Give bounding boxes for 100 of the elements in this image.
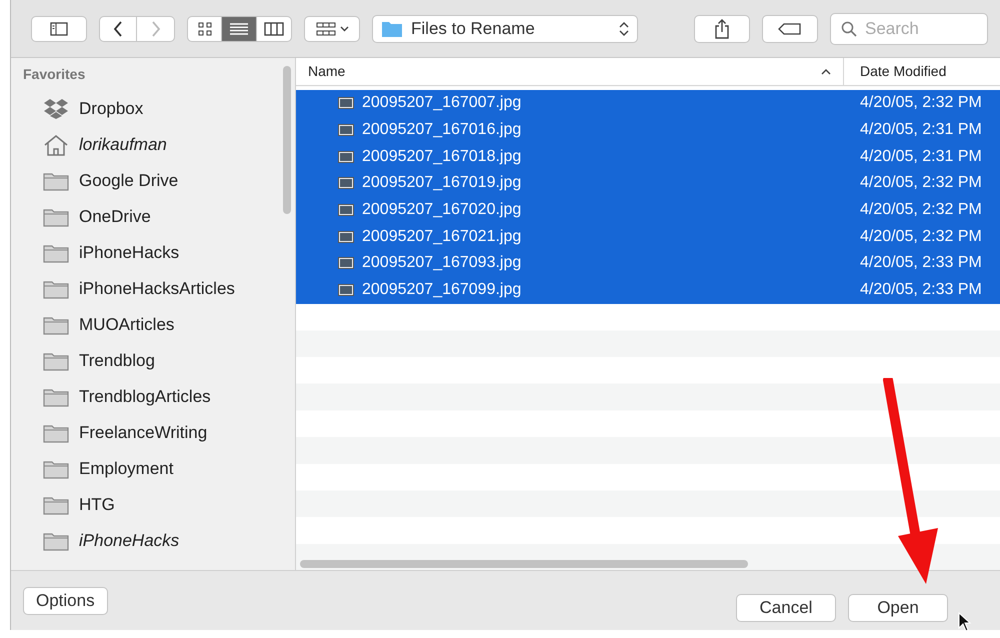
file-row[interactable]: 20095207_167019.jpg 4/20/05, 2:32 PM [296, 170, 1000, 197]
sidebar-item[interactable]: lorikaufman [23, 127, 295, 163]
file-row[interactable]: 20095207_167018.jpg 4/20/05, 2:31 PM [296, 143, 1000, 170]
image-thumbnail-icon [338, 124, 354, 136]
folder-icon [43, 495, 69, 515]
search-field[interactable]: Search [830, 12, 988, 44]
sidebar-item[interactable]: Google Drive [23, 163, 295, 199]
file-name: 20095207_167020.jpg [362, 200, 522, 220]
chevron-right-icon [150, 20, 160, 36]
folder-icon [43, 459, 69, 479]
file-name: 20095207_167021.jpg [362, 226, 522, 247]
image-thumbnail-icon [338, 150, 354, 163]
sidebar-item[interactable]: iPhoneHacks [23, 523, 295, 559]
column-header[interactable]: Date Modified [844, 58, 1000, 85]
open-button[interactable]: Open [848, 594, 948, 622]
sidebar-item[interactable]: MUOArticles [23, 307, 295, 343]
file-name: 20095207_167099.jpg [362, 280, 522, 300]
sidebar-icon [50, 22, 68, 36]
sidebar-item-label: MUOArticles [79, 314, 174, 336]
chevron-left-icon [113, 20, 123, 36]
options-button[interactable]: Options [23, 586, 108, 614]
grid-icon [198, 22, 212, 36]
image-thumbnail-icon [338, 284, 354, 296]
sidebar-item-label: FreelanceWriting [79, 422, 208, 444]
sidebar-item[interactable]: Trendblog [23, 343, 295, 379]
search-input[interactable]: Search [865, 16, 975, 42]
date-modified: 4/20/05, 2:32 PM [859, 200, 982, 220]
sidebar-item-label: TrendblogArticles [79, 386, 211, 408]
folder-icon [43, 423, 69, 443]
sidebar-item-label: Employment [79, 458, 174, 480]
cancel-button[interactable]: Cancel [736, 594, 836, 622]
date-modified: 4/20/05, 2:32 PM [859, 226, 982, 247]
sidebar-item[interactable]: Employment [23, 451, 295, 487]
folder-icon [381, 20, 403, 38]
date-modified: 4/20/05, 2:33 PM [859, 253, 982, 274]
arrange-button[interactable] [304, 16, 360, 42]
file-row[interactable]: 20095207_167016.jpg 4/20/05, 2:31 PM [296, 116, 1000, 144]
mouse-pointer-icon [958, 612, 972, 632]
date-modified: 4/20/05, 2:32 PM [859, 173, 982, 194]
columns-icon [264, 22, 284, 36]
dropbox-icon [43, 98, 69, 120]
date-modified: 4/20/05, 2:32 PM [859, 93, 982, 114]
image-thumbnail-icon [338, 97, 354, 110]
location-popup[interactable]: Files to Rename [372, 14, 638, 42]
sidebar-item-label: Dropbox [79, 98, 144, 120]
tag-icon [778, 22, 802, 34]
sidebar-item[interactable]: Dropbox [23, 91, 295, 127]
view-mode-button[interactable] [257, 16, 292, 42]
sidebar-item[interactable]: TrendblogArticles [23, 379, 295, 415]
file-name: 20095207_167019.jpg [362, 173, 522, 194]
file-row[interactable]: 20095207_167093.jpg 4/20/05, 2:33 PM [296, 250, 1000, 277]
share-icon [714, 18, 730, 38]
date-modified: 4/20/05, 2:33 PM [859, 280, 982, 300]
folder-icon [43, 531, 69, 551]
share-button[interactable] [694, 14, 750, 42]
column-header[interactable]: Name [296, 58, 844, 85]
sidebar-item-label: OneDrive [79, 206, 151, 228]
view-mode-button[interactable] [187, 16, 222, 42]
view-mode-button[interactable] [222, 16, 257, 42]
sidebar-item-label: lorikaufman [79, 134, 167, 156]
tag-button[interactable] [762, 14, 818, 42]
sidebar-item-label: iPhoneHacks [79, 242, 180, 264]
sidebar-item[interactable]: FreelanceWriting [23, 415, 295, 451]
file-row[interactable]: 20095207_167099.jpg 4/20/05, 2:33 PM [296, 276, 1000, 304]
file-row[interactable]: 20095207_167007.jpg 4/20/05, 2:32 PM [296, 90, 1000, 117]
sidebar-item-label: Google Drive [79, 170, 178, 192]
image-thumbnail-icon [338, 177, 354, 190]
sidebar-toggle-button[interactable] [31, 16, 87, 42]
folder-icon [43, 351, 69, 371]
file-row[interactable]: 20095207_167021.jpg 4/20/05, 2:32 PM [296, 223, 1000, 250]
folder-icon [43, 315, 69, 335]
file-name: 20095207_167093.jpg [362, 253, 522, 274]
scrollbar-thumb[interactable] [283, 66, 291, 214]
sidebar-item-label: iPhoneHacksArticles [79, 278, 235, 300]
sidebar-item-label: HTG [79, 494, 115, 516]
up-down-chevron-icon [619, 20, 629, 36]
file-name: 20095207_167007.jpg [362, 93, 522, 114]
grid-icon [316, 22, 336, 36]
horizontal-scrollbar[interactable] [300, 560, 748, 568]
sidebar-item[interactable]: OneDrive [23, 199, 295, 235]
date-modified: 4/20/05, 2:31 PM [859, 120, 982, 140]
image-thumbnail-icon [338, 257, 354, 270]
sidebar-item[interactable]: iPhoneHacks [23, 235, 295, 271]
folder-icon [43, 387, 69, 407]
folder-icon [43, 279, 69, 299]
search-icon [841, 20, 857, 36]
date-modified: 4/20/05, 2:31 PM [859, 146, 982, 167]
house-icon [43, 134, 69, 156]
back-button[interactable] [99, 16, 137, 42]
file-row[interactable]: 20095207_167020.jpg 4/20/05, 2:32 PM [296, 196, 1000, 224]
sidebar-item[interactable]: HTG [23, 487, 295, 523]
folder-icon [43, 171, 69, 191]
folder-icon [43, 243, 69, 263]
chevron-down-icon [340, 26, 348, 32]
list-icon [230, 22, 248, 36]
sidebar-item[interactable]: iPhoneHacksArticles [23, 271, 295, 307]
file-name: 20095207_167018.jpg [362, 146, 522, 167]
image-thumbnail-icon [338, 204, 354, 216]
file-name: 20095207_167016.jpg [362, 120, 522, 140]
sort-caret-icon [821, 68, 831, 74]
